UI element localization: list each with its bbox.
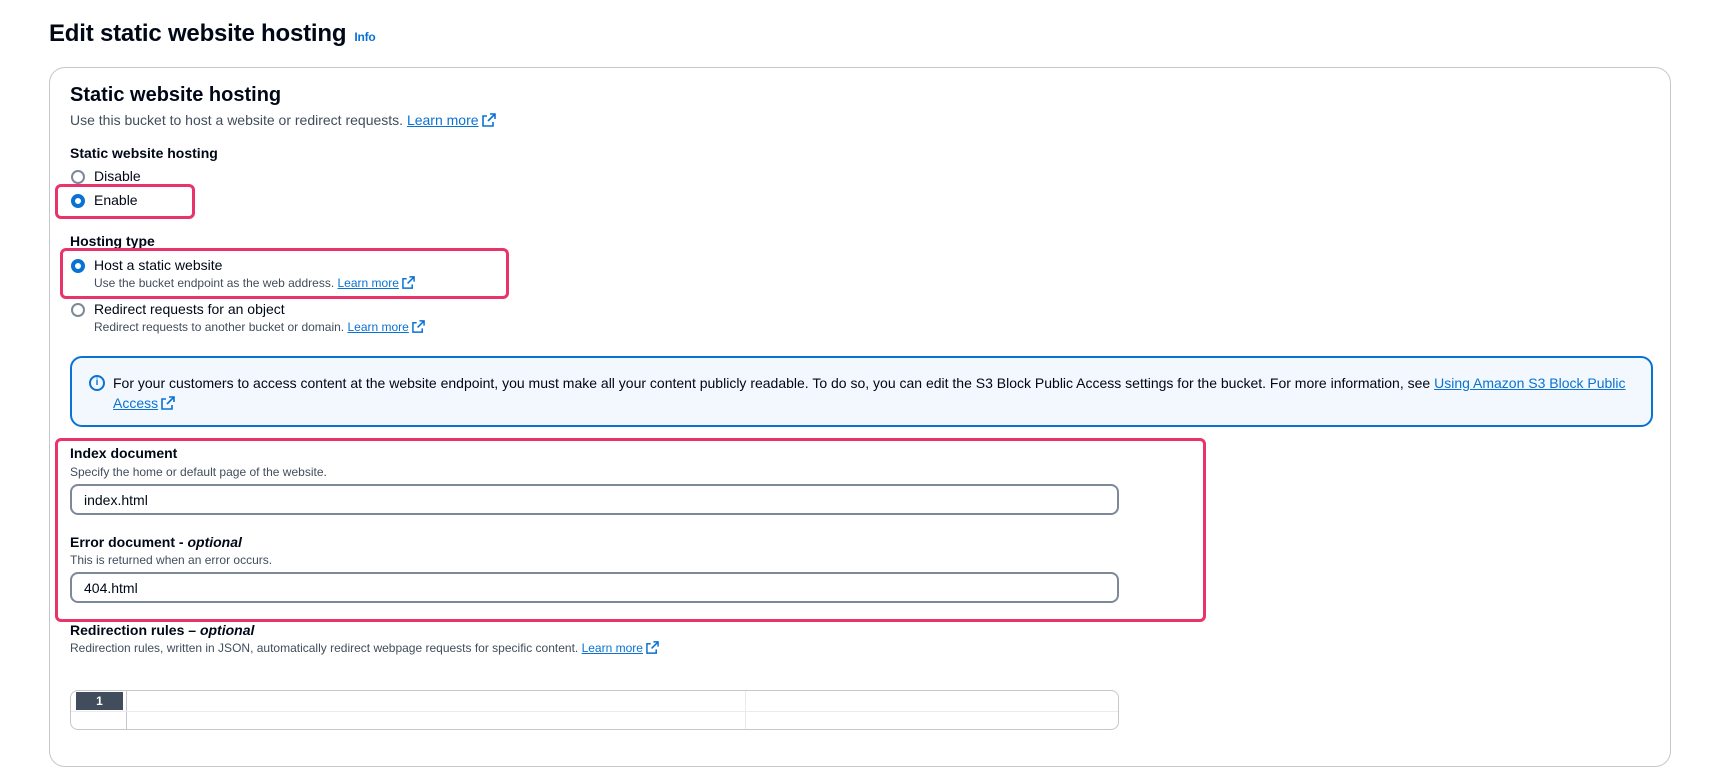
page-title-text: Edit static website hosting [49, 20, 347, 47]
info-link[interactable]: Info [354, 30, 375, 44]
radio-disable-label[interactable]: Disable [94, 168, 141, 184]
external-link-icon [412, 320, 425, 336]
alert-text: For your customers to access content at … [113, 373, 1633, 415]
line-number: 1 [76, 692, 123, 710]
info-icon: i [89, 375, 105, 391]
documents-highlight-box [55, 438, 1206, 622]
panel-description: Use this bucket to host a website or red… [70, 112, 496, 130]
editor-row-divider [71, 711, 1118, 712]
redirection-rules-description-text: Redirection rules, written in JSON, auto… [70, 641, 579, 655]
host-static-highlight-box [60, 248, 509, 299]
hosting-toggle-label: Static website hosting [70, 145, 218, 161]
editor-column-divider [745, 691, 746, 729]
redirection-rules-label: Redirection rules – optional [70, 622, 254, 638]
redirect-description-text: Redirect requests to another bucket or d… [94, 320, 345, 334]
redirect-learn-more-link[interactable]: Learn more [347, 320, 408, 334]
alert-message: For your customers to access content at … [113, 375, 1435, 391]
page-title: Edit static website hosting Info [49, 20, 376, 48]
radio-redirect-requests-label[interactable]: Redirect requests for an object [94, 301, 285, 317]
redirection-learn-more-link[interactable]: Learn more [582, 641, 643, 655]
external-link-icon [646, 641, 659, 657]
hosting-type-label: Hosting type [70, 233, 155, 249]
info-alert: i For your customers to access content a… [70, 356, 1653, 427]
radio-disable[interactable] [71, 170, 85, 184]
redirect-requests-description: Redirect requests to another bucket or d… [94, 320, 425, 336]
enable-highlight-box [55, 184, 195, 219]
redirection-rules-label-text: Redirection rules – [70, 622, 200, 638]
radio-redirect-requests[interactable] [71, 303, 85, 317]
panel-learn-more-link[interactable]: Learn more [407, 112, 479, 128]
external-link-icon [481, 113, 496, 130]
panel-description-text: Use this bucket to host a website or red… [70, 112, 404, 128]
redirection-rules-editor[interactable]: 1 [70, 690, 1119, 730]
external-link-icon [161, 395, 175, 415]
redirection-rules-optional: optional [199, 622, 255, 638]
panel-title: Static website hosting [70, 84, 282, 106]
redirection-rules-description: Redirection rules, written in JSON, auto… [70, 641, 659, 657]
